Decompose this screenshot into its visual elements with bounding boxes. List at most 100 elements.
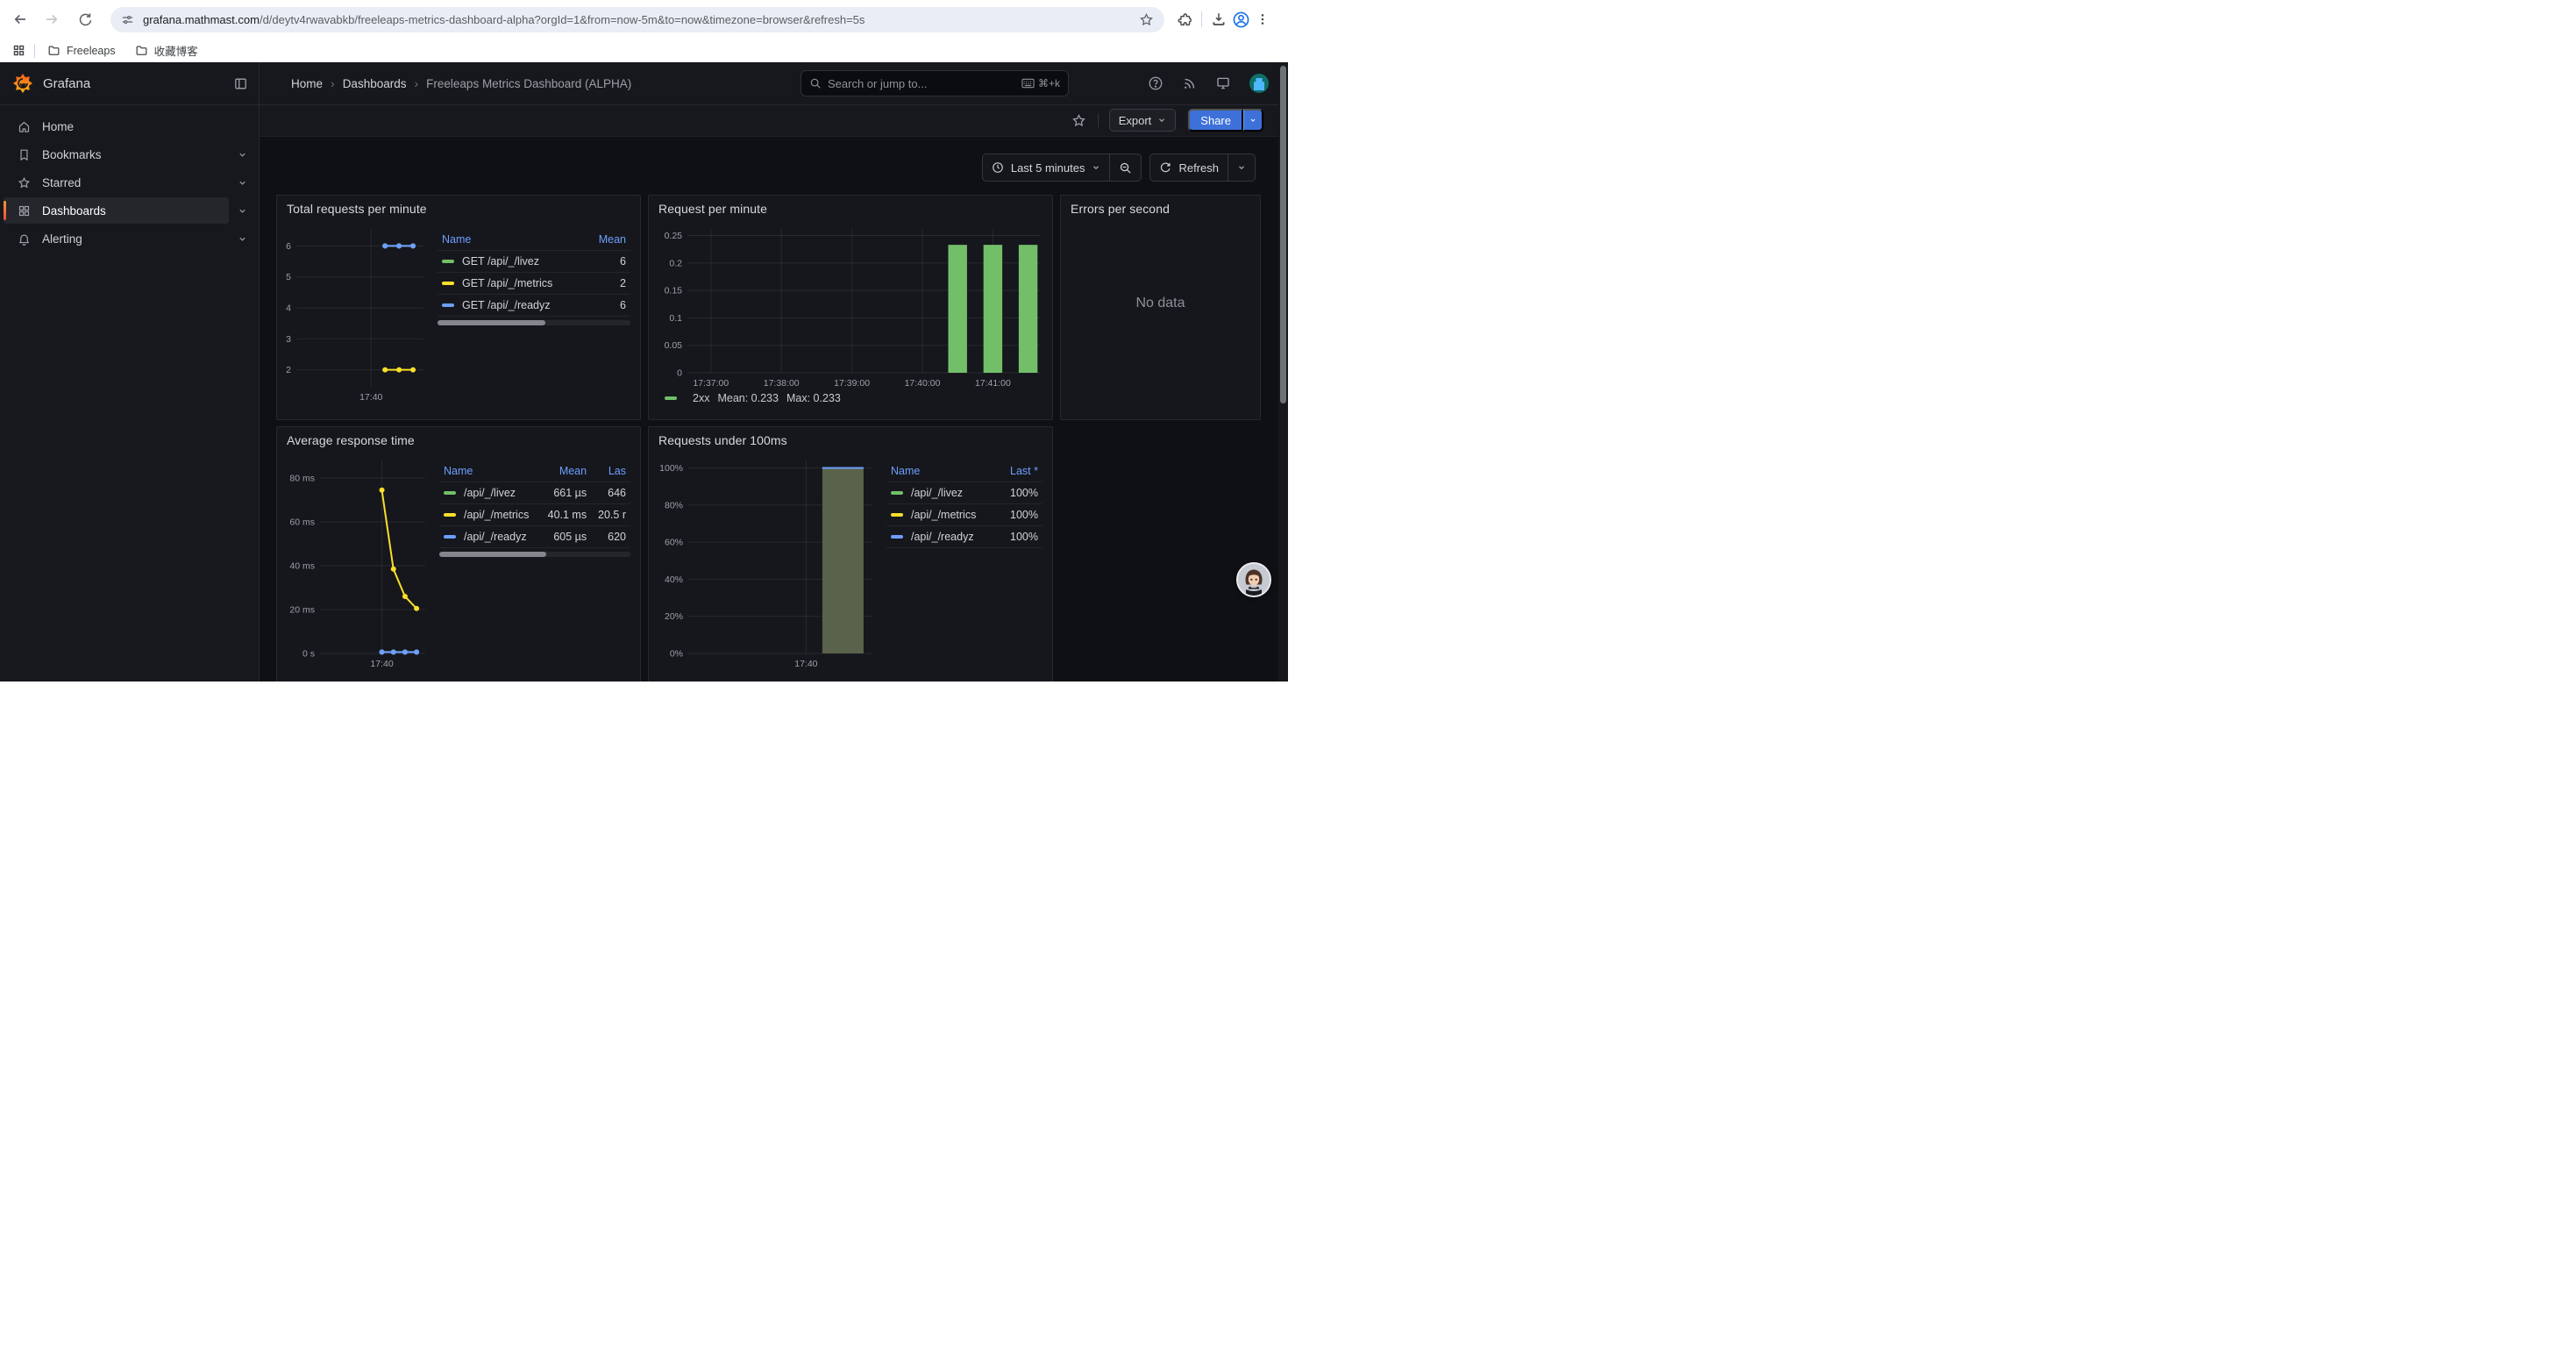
svg-text:20%: 20% — [665, 611, 683, 622]
news-rss-icon[interactable] — [1182, 76, 1197, 91]
table-hscrollbar-thumb[interactable] — [438, 320, 545, 325]
legend-2xx[interactable]: 2xx Mean: 0.233 Max: 0.233 — [656, 390, 1045, 404]
panel-title[interactable]: Request per minute — [658, 202, 767, 216]
requests-under-100ms-chart: 100%80%60%40%20%0%17:40 — [653, 453, 879, 671]
site-settings-icon[interactable] — [121, 13, 134, 26]
svg-text:20 ms: 20 ms — [289, 605, 315, 616]
chevron-down-icon[interactable] — [229, 150, 255, 160]
svg-text:17:41:00: 17:41:00 — [975, 378, 1011, 389]
star-dashboard-icon[interactable] — [1068, 109, 1091, 132]
menu-kebab-icon[interactable] — [1256, 12, 1270, 26]
legend-row[interactable]: /api/_/livez661 µs646 — [439, 482, 630, 504]
share-menu-button[interactable] — [1243, 109, 1263, 132]
table-hscrollbar[interactable] — [438, 320, 630, 325]
reload-icon[interactable] — [72, 6, 98, 32]
svg-text:5: 5 — [286, 272, 291, 282]
legend-row[interactable]: /api/_/readyz605 µs620 — [439, 526, 630, 548]
bookmark-folder-blogs[interactable]: 收藏博客 — [135, 42, 198, 59]
legend-row[interactable]: /api/_/livez100% — [886, 482, 1042, 504]
bookmark-star-icon[interactable] — [1139, 12, 1154, 27]
table-hscrollbar-thumb[interactable] — [439, 552, 546, 557]
grafana-logo — [12, 73, 33, 94]
sidebar-item-dashboards[interactable]: Dashboards — [4, 197, 255, 224]
sidebar-item-starred[interactable]: Starred — [4, 169, 255, 196]
chevron-down-icon[interactable] — [229, 178, 255, 188]
zoom-out-button[interactable] — [1109, 154, 1141, 181]
panel-errors-per-second[interactable]: Errors per second No data — [1060, 195, 1261, 420]
refresh-interval-button[interactable] — [1228, 154, 1255, 181]
series-swatch — [891, 513, 903, 517]
breadcrumb-separator: › — [414, 76, 418, 90]
legend-column-header[interactable]: Mean — [540, 465, 591, 482]
panel-title[interactable]: Average response time — [287, 433, 415, 447]
panel-title[interactable]: Total requests per minute — [287, 202, 427, 216]
export-button[interactable]: Export — [1109, 109, 1177, 132]
url-bar[interactable]: grafana.mathmast.com/d/deytv4rwavabkb/fr… — [110, 7, 1164, 32]
panel-avg-response-time[interactable]: Average response time 80 ms60 ms40 ms20 … — [276, 426, 641, 682]
svg-text:40%: 40% — [665, 574, 683, 585]
extensions-icon[interactable] — [1177, 11, 1192, 27]
forward-icon[interactable] — [39, 6, 65, 32]
assistant-avatar-widget[interactable] — [1236, 562, 1271, 597]
star-icon — [18, 176, 31, 189]
scrollbar-thumb[interactable] — [1280, 66, 1286, 403]
series-swatch — [442, 260, 454, 264]
panel-requests-under-100ms[interactable]: Requests under 100ms 100%80%60%40%20%0%1… — [648, 426, 1053, 682]
legend-row[interactable]: GET /api/_/livez6 — [438, 251, 630, 273]
legend-table: NameMeanLas/api/_/livez661 µs646/api/_/m… — [439, 465, 630, 671]
sidebar-item-bookmarks[interactable]: Bookmarks — [4, 141, 255, 168]
legend-row[interactable]: /api/_/readyz100% — [886, 526, 1042, 548]
chevron-down-icon[interactable] — [229, 234, 255, 244]
legend-column-header[interactable]: Last * — [999, 465, 1042, 482]
help-icon[interactable] — [1148, 75, 1163, 91]
request-per-minute-chart: 0.250.20.150.10.05017:37:0017:38:0017:39… — [656, 222, 1047, 390]
legend-column-header[interactable]: Name — [886, 465, 999, 482]
profile-icon[interactable] — [1232, 11, 1250, 29]
refresh-button[interactable]: Refresh — [1150, 154, 1228, 181]
downloads-icon[interactable] — [1211, 11, 1227, 27]
svg-text:60%: 60% — [665, 538, 683, 548]
legend-column-header[interactable]: Name — [439, 465, 540, 482]
share-button[interactable]: Share — [1188, 109, 1243, 132]
legend-column-header[interactable]: Las — [591, 465, 630, 482]
chevron-down-icon — [1157, 116, 1166, 125]
panel-title[interactable]: Errors per second — [1071, 202, 1170, 216]
panel-request-per-minute[interactable]: Request per minute 0.250.20.150.10.05017… — [648, 195, 1053, 420]
legend-row[interactable]: GET /api/_/metrics2 — [438, 273, 630, 295]
svg-text:17:40: 17:40 — [794, 659, 817, 669]
total-requests-chart: 6543217:40 — [281, 222, 431, 404]
svg-text:0.05: 0.05 — [665, 340, 683, 351]
breadcrumb-dashboards[interactable]: Dashboards — [343, 77, 407, 90]
legend-column-header[interactable]: Mean — [586, 233, 630, 251]
grafana-app: Grafana Home › Dashboards › Freeleaps Me… — [0, 62, 1288, 682]
no-data-message: No data — [1061, 222, 1260, 384]
folder-icon — [135, 44, 148, 57]
legend-row[interactable]: /api/_/metrics100% — [886, 504, 1042, 526]
legend-swatch — [665, 396, 677, 401]
table-hscrollbar[interactable] — [439, 552, 630, 557]
panel-title[interactable]: Requests under 100ms — [658, 433, 787, 447]
bookmark-folder-freeleaps[interactable]: Freeleaps — [47, 44, 116, 57]
search-input[interactable]: Search or jump to... ⌘+k — [801, 70, 1069, 96]
kiosk-monitor-icon[interactable] — [1215, 75, 1231, 91]
user-avatar[interactable] — [1249, 74, 1269, 93]
apps-grid-icon[interactable] — [12, 44, 25, 57]
series-swatch — [444, 491, 456, 496]
sidebar-item-alerting[interactable]: Alerting — [4, 225, 255, 252]
legend-column-header[interactable]: Name — [438, 233, 586, 251]
dock-menu-icon[interactable] — [233, 76, 248, 91]
breadcrumb-home[interactable]: Home — [291, 77, 323, 90]
chevron-down-icon[interactable] — [229, 206, 255, 216]
sidebar-item-home[interactable]: Home — [4, 113, 255, 139]
time-range-picker[interactable]: Last 5 minutes — [983, 154, 1110, 181]
svg-text:0.2: 0.2 — [669, 258, 682, 268]
page-scrollbar[interactable] — [1278, 62, 1288, 682]
legend-row[interactable]: GET /api/_/readyz6 — [438, 295, 630, 317]
legend-row[interactable]: /api/_/metrics40.1 ms20.5 r — [439, 504, 630, 526]
svg-text:0 s: 0 s — [302, 649, 315, 660]
panel-total-requests[interactable]: Total requests per minute 6543217:40 Nam… — [276, 195, 641, 420]
zoom-out-icon — [1119, 161, 1132, 175]
back-icon[interactable] — [7, 6, 33, 32]
svg-text:3: 3 — [286, 334, 291, 345]
url-text: grafana.mathmast.com/d/deytv4rwavabkb/fr… — [143, 13, 865, 26]
